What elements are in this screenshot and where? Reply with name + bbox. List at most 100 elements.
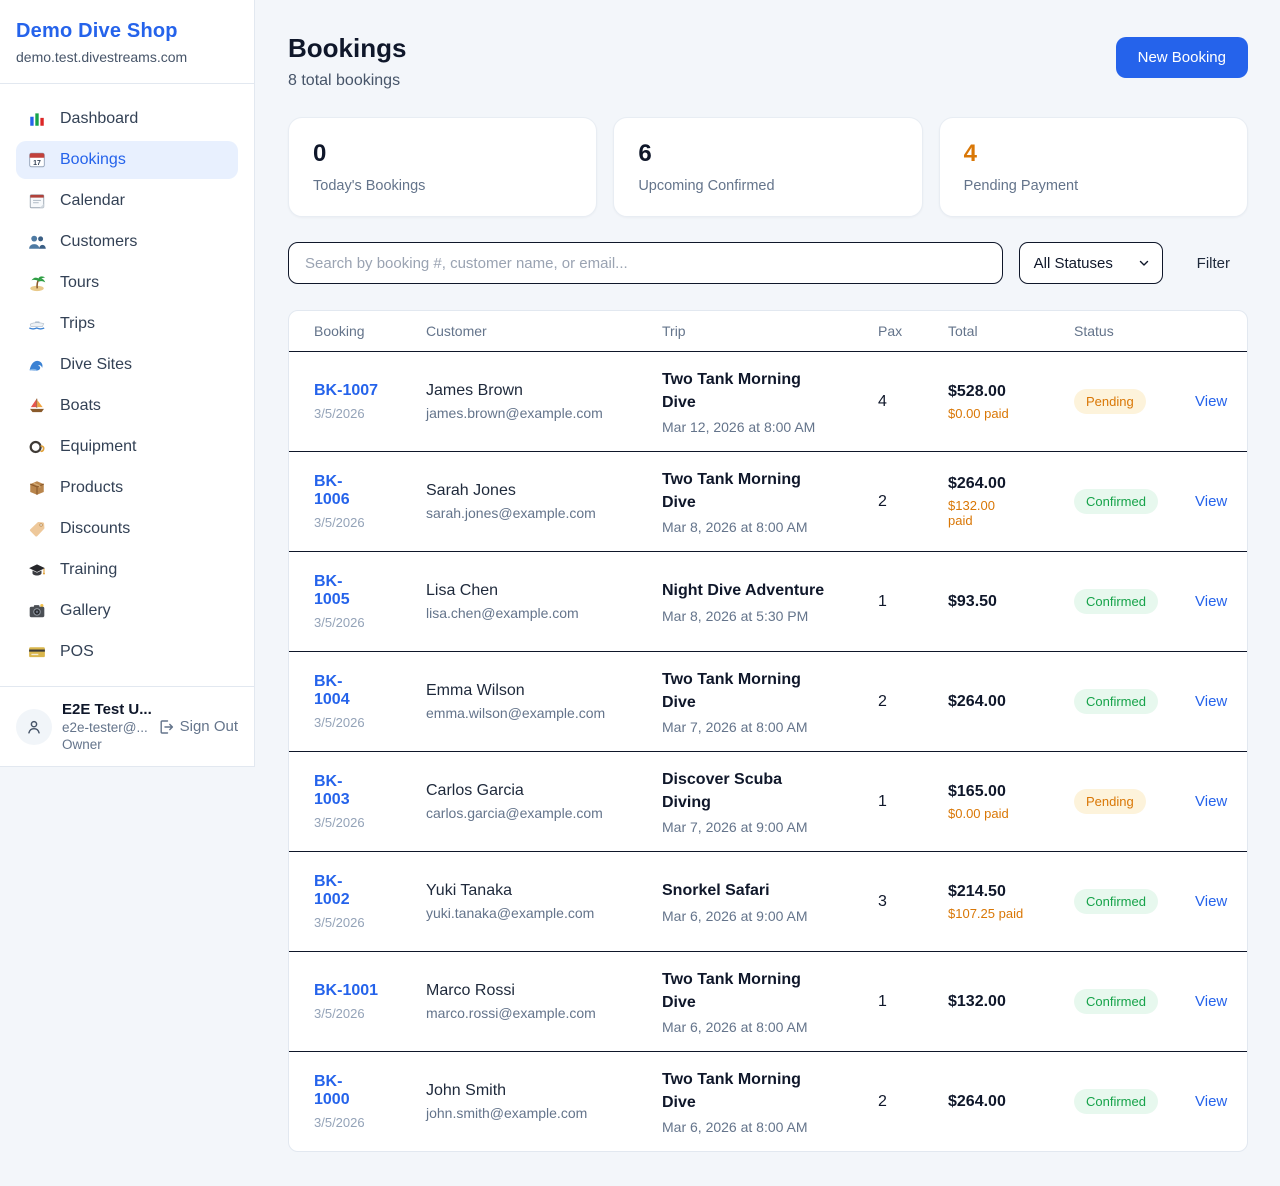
table-row: BK-10013/5/2026 Marco Rossimarco.rossi@e… bbox=[289, 951, 1247, 1051]
diving-mask-icon bbox=[28, 438, 46, 456]
view-link[interactable]: View bbox=[1195, 1093, 1227, 1110]
speedboat-icon bbox=[28, 315, 46, 333]
paid-amount: $132.00 paid bbox=[948, 498, 1008, 528]
booking-date: 3/5/2026 bbox=[314, 615, 393, 630]
sidebar-item-boats[interactable]: Boats bbox=[16, 387, 238, 425]
sidebar-item-discounts[interactable]: Discounts bbox=[16, 510, 238, 548]
col-header-booking: Booking bbox=[289, 323, 401, 339]
customer-email: carlos.garcia@example.com bbox=[426, 805, 629, 821]
view-link[interactable]: View bbox=[1195, 593, 1227, 610]
pax-count: 2 bbox=[853, 1093, 923, 1111]
booking-id-link[interactable]: BK-1007 bbox=[314, 382, 378, 400]
pax-count: 4 bbox=[853, 393, 923, 411]
user-box: E2E Test U... e2e-tester@... Owner Sign … bbox=[0, 686, 254, 766]
booking-date: 3/5/2026 bbox=[314, 1115, 393, 1130]
customer-email: james.brown@example.com bbox=[426, 405, 629, 421]
sidebar-item-equipment[interactable]: Equipment bbox=[16, 428, 238, 466]
customer-name: Sarah Jones bbox=[426, 482, 629, 500]
booking-id-link[interactable]: BK-1004 bbox=[314, 673, 370, 709]
sidebar-item-training[interactable]: Training bbox=[16, 551, 238, 589]
sidebar-item-label: Products bbox=[60, 479, 123, 497]
status-badge: Pending bbox=[1074, 389, 1146, 414]
sidebar-item-bookings[interactable]: 17 Bookings bbox=[16, 141, 238, 179]
table-row: BK-10033/5/2026 Carlos Garciacarlos.garc… bbox=[289, 751, 1247, 851]
person-icon bbox=[25, 718, 43, 736]
booking-id-link[interactable]: BK-1006 bbox=[314, 473, 370, 509]
trip-name: Two Tank Morning Dive bbox=[662, 368, 830, 414]
shop-domain: demo.test.divestreams.com bbox=[16, 49, 238, 65]
status-filter-select[interactable]: All Statuses bbox=[1019, 242, 1163, 284]
trip-name: Snorkel Safari bbox=[662, 879, 830, 902]
view-link[interactable]: View bbox=[1195, 393, 1227, 410]
status-badge: Confirmed bbox=[1074, 689, 1158, 714]
booking-id-link[interactable]: BK-1003 bbox=[314, 773, 370, 809]
sidebar-item-label: POS bbox=[60, 643, 94, 661]
col-header-trip: Trip bbox=[637, 323, 853, 339]
paid-amount: $0.00 paid bbox=[948, 806, 1041, 821]
table-row: BK-10003/5/2026 John Smithjohn.smith@exa… bbox=[289, 1051, 1247, 1151]
sidebar-item-label: Trips bbox=[60, 315, 95, 333]
customer-name: Yuki Tanaka bbox=[426, 882, 629, 900]
trip-datetime: Mar 6, 2026 at 8:00 AM bbox=[662, 1019, 845, 1035]
customer-name: Lisa Chen bbox=[426, 582, 629, 600]
sidebar-item-dashboard[interactable]: Dashboard bbox=[16, 100, 238, 138]
sidebar-item-dive-sites[interactable]: Dive Sites bbox=[16, 346, 238, 384]
sidebar-item-label: Training bbox=[60, 561, 117, 579]
page-title-block: Bookings 8 total bookings bbox=[288, 33, 406, 90]
trip-datetime: Mar 7, 2026 at 9:00 AM bbox=[662, 819, 845, 835]
booking-date: 3/5/2026 bbox=[314, 915, 393, 930]
pax-count: 1 bbox=[853, 993, 923, 1011]
page-header: Bookings 8 total bookings New Booking bbox=[288, 33, 1248, 90]
user-meta: E2E Test U... e2e-tester@... Owner bbox=[62, 701, 148, 752]
paid-amount: $107.25 paid bbox=[948, 906, 1041, 921]
sidebar-item-pos[interactable]: POS bbox=[16, 633, 238, 671]
booking-id-link[interactable]: BK-1005 bbox=[314, 573, 370, 609]
sidebar-item-label: Discounts bbox=[60, 520, 130, 538]
calendar-date-icon: 17 bbox=[28, 151, 46, 169]
shop-name: Demo Dive Shop bbox=[16, 20, 238, 43]
island-icon bbox=[28, 274, 46, 292]
sidebar-item-products[interactable]: Products bbox=[16, 469, 238, 507]
sidebar-item-label: Dashboard bbox=[60, 110, 138, 128]
total-amount: $93.50 bbox=[948, 593, 1041, 611]
booking-date: 3/5/2026 bbox=[314, 815, 393, 830]
stat-value: 4 bbox=[964, 140, 1223, 168]
search-input[interactable] bbox=[288, 242, 1003, 284]
sidebar-item-tours[interactable]: Tours bbox=[16, 264, 238, 302]
sidebar-item-trips[interactable]: Trips bbox=[16, 305, 238, 343]
brand-block: Demo Dive Shop demo.test.divestreams.com bbox=[0, 0, 254, 84]
filter-button[interactable]: Filter bbox=[1179, 247, 1248, 280]
customer-email: lisa.chen@example.com bbox=[426, 605, 629, 621]
view-link[interactable]: View bbox=[1195, 493, 1227, 510]
sidebar-item-label: Boats bbox=[60, 397, 101, 415]
view-link[interactable]: View bbox=[1195, 793, 1227, 810]
booking-id-link[interactable]: BK-1002 bbox=[314, 873, 370, 909]
sidebar-item-customers[interactable]: Customers bbox=[16, 223, 238, 261]
customer-email: sarah.jones@example.com bbox=[426, 505, 629, 521]
pax-count: 1 bbox=[853, 793, 923, 811]
sidebar-item-calendar[interactable]: Calendar bbox=[16, 182, 238, 220]
sidebar-item-label: Dive Sites bbox=[60, 356, 132, 374]
trip-name: Discover Scuba Diving bbox=[662, 768, 830, 814]
view-link[interactable]: View bbox=[1195, 893, 1227, 910]
stat-card-upcoming-confirmed: 6 Upcoming Confirmed bbox=[613, 117, 922, 217]
trip-name: Two Tank Morning Dive bbox=[662, 468, 830, 514]
table-row: BK-10063/5/2026 Sarah Jonessarah.jones@e… bbox=[289, 451, 1247, 551]
total-amount: $165.00 bbox=[948, 783, 1041, 801]
sidebar-nav: Dashboard 17 Bookings Calendar Customers… bbox=[0, 84, 254, 686]
user-name: E2E Test U... bbox=[62, 701, 148, 718]
booking-date: 3/5/2026 bbox=[314, 1006, 393, 1021]
view-link[interactable]: View bbox=[1195, 693, 1227, 710]
new-booking-button[interactable]: New Booking bbox=[1116, 37, 1248, 78]
col-header-pax: Pax bbox=[853, 323, 923, 339]
booking-id-link[interactable]: BK-1000 bbox=[314, 1073, 370, 1109]
tag-icon bbox=[28, 520, 46, 538]
view-link[interactable]: View bbox=[1195, 993, 1227, 1010]
sign-out-button[interactable]: Sign Out bbox=[158, 718, 238, 735]
sign-out-icon bbox=[158, 719, 174, 735]
trip-datetime: Mar 6, 2026 at 8:00 AM bbox=[662, 1119, 845, 1135]
sidebar-item-gallery[interactable]: Gallery bbox=[16, 592, 238, 630]
sidebar-item-label: Gallery bbox=[60, 602, 111, 620]
total-amount: $132.00 bbox=[948, 993, 1041, 1011]
booking-id-link[interactable]: BK-1001 bbox=[314, 982, 378, 1000]
